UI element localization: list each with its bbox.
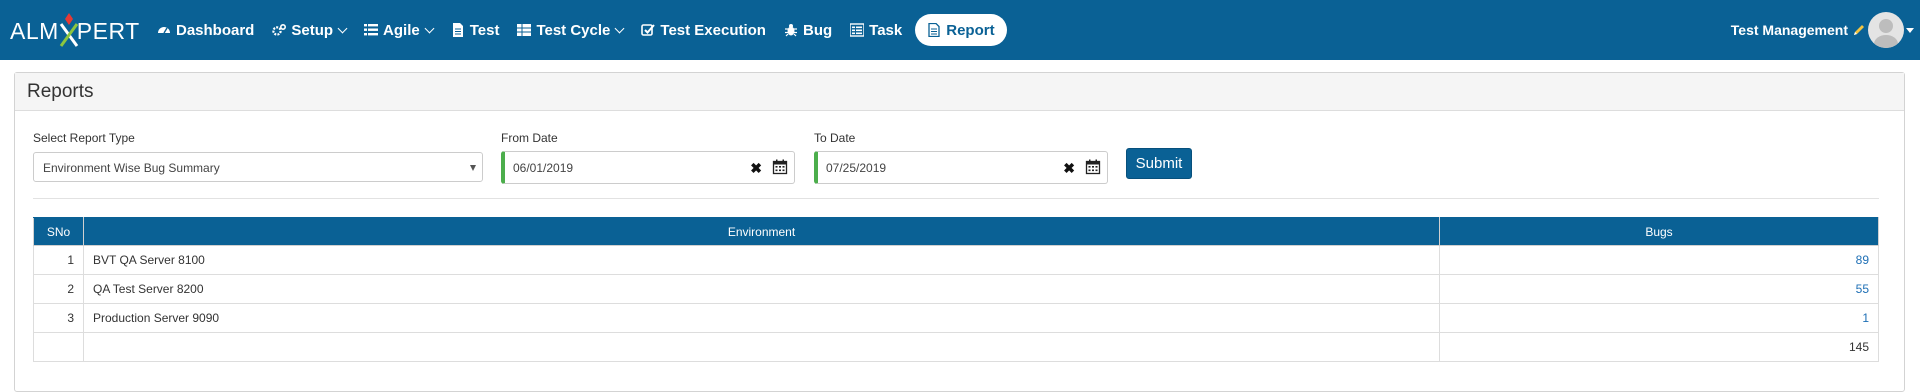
nav-item-label: Setup: [291, 21, 334, 39]
dashboard-icon: [157, 23, 176, 37]
bug-icon: [784, 23, 803, 37]
nav-item-task[interactable]: Task: [841, 14, 911, 46]
cell-bugs-link[interactable]: 55: [1439, 274, 1879, 304]
clear-icon[interactable]: ✖: [1063, 160, 1075, 177]
nav-item-label: Agile: [383, 21, 420, 39]
calendar-icon[interactable]: [1085, 159, 1101, 175]
nav-item-test-execution[interactable]: Test Execution: [632, 14, 775, 46]
to-date-field[interactable]: 07/25/2019 ✖: [814, 151, 1108, 184]
table-row: 2 QA Test Server 8200 55: [33, 274, 1879, 304]
top-navbar: ALM PERT Dashboard Setup Agile Test Test Cyc…: [0, 0, 1920, 60]
table-row: 1 BVT QA Server 8100 89: [33, 245, 1879, 275]
nav-item-dashboard[interactable]: Dashboard: [148, 14, 263, 46]
pencil-icon[interactable]: [1852, 23, 1866, 37]
nav-item-label: Report: [946, 21, 995, 39]
nav-item-test[interactable]: Test: [442, 14, 509, 46]
checkbox-icon: [641, 23, 660, 37]
main-nav: Dashboard Setup Agile Test Test Cycle Test Ex…: [148, 0, 1007, 60]
column-header-environment[interactable]: Environment: [83, 217, 1440, 246]
avatar[interactable]: [1868, 12, 1904, 48]
panel-title: Reports: [15, 73, 1904, 111]
clear-icon[interactable]: ✖: [750, 160, 762, 177]
select-arrow-icon: [470, 165, 476, 171]
logo-text-prefix: ALM: [10, 17, 59, 44]
tasks-icon: [850, 23, 869, 37]
report-type-select[interactable]: Environment Wise Bug Summary: [33, 152, 483, 182]
from-date-value: 06/01/2019: [513, 161, 574, 175]
cell-environment: Production Server 9090: [83, 303, 1440, 333]
list-icon: [364, 23, 383, 37]
submit-button[interactable]: Submit: [1126, 148, 1192, 179]
table-row: 3 Production Server 9090 1: [33, 303, 1879, 333]
cell-environment: QA Test Server 8200: [83, 274, 1440, 304]
document-icon: [451, 23, 470, 37]
cell-environment: BVT QA Server 8100: [83, 245, 1440, 275]
divider: [33, 198, 1879, 199]
cell-bugs-link[interactable]: 89: [1439, 245, 1879, 275]
nav-item-label: Bug: [802, 21, 833, 39]
gears-icon: [272, 23, 291, 37]
to-date-label: To Date: [814, 131, 856, 145]
report-type-value: Environment Wise Bug Summary: [43, 161, 220, 175]
almxpert-logo[interactable]: ALM PERT: [10, 13, 140, 48]
calendar-icon[interactable]: [772, 159, 788, 175]
nav-item-label: Dashboard: [176, 21, 255, 39]
nav-item-agile[interactable]: Agile: [355, 14, 442, 46]
nav-item-test-cycle[interactable]: Test Cycle: [508, 14, 632, 46]
nav-item-report[interactable]: Report: [915, 14, 1007, 46]
from-date-field[interactable]: 06/01/2019 ✖: [501, 151, 795, 184]
table-icon: [517, 23, 536, 37]
chevron-down-icon: [614, 23, 625, 33]
user-menu[interactable]: Test Management: [1731, 12, 1914, 48]
cell-bugs-link[interactable]: 1: [1439, 303, 1879, 333]
table-total-row: 145: [33, 332, 1879, 362]
report-icon: [927, 23, 946, 37]
nav-item-label: Test Cycle: [536, 21, 611, 39]
nav-item-label: Test Execution: [660, 21, 766, 39]
cell-empty: [33, 332, 84, 362]
column-header-bugs[interactable]: Bugs: [1439, 217, 1879, 246]
user-dropdown-caret-icon[interactable]: [1906, 27, 1914, 33]
column-header-sno[interactable]: SNo: [33, 217, 84, 246]
nav-item-bug[interactable]: Bug: [775, 14, 841, 46]
cell-empty: [83, 332, 1440, 362]
nav-item-setup[interactable]: Setup: [263, 14, 355, 46]
chevron-down-icon: [424, 23, 435, 33]
report-table: SNo Environment Bugs 1 BVT QA Server 810…: [33, 217, 1879, 362]
chevron-down-icon: [337, 23, 348, 33]
to-date-value: 07/25/2019: [826, 161, 887, 175]
table-header-row: SNo Environment Bugs: [33, 217, 1879, 246]
report-type-label: Select Report Type: [33, 131, 135, 145]
from-date-label: From Date: [501, 131, 558, 145]
reports-panel: Reports Select Report Type Environment W…: [14, 72, 1905, 392]
nav-item-label: Test: [469, 21, 500, 39]
cell-sno: 3: [33, 303, 84, 333]
cell-total-bugs: 145: [1439, 332, 1879, 362]
nav-item-label: Task: [869, 21, 903, 39]
logo-x-mark: [58, 13, 79, 47]
cell-sno: 2: [33, 274, 84, 304]
user-name: Test Management: [1730, 22, 1848, 38]
cell-sno: 1: [33, 245, 84, 275]
logo-text-suffix: PERT: [76, 17, 140, 44]
